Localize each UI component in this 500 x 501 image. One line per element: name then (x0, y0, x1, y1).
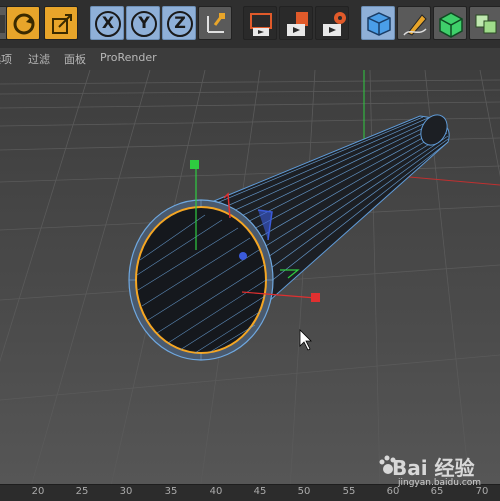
baidu-jingyan-watermark: Bai 经验 jingyan.baidu.com (378, 452, 498, 492)
timeline-tick: 55 (342, 486, 356, 497)
x-axis-handle[interactable] (311, 293, 320, 302)
timeline-tick: 50 (297, 486, 311, 497)
z-axis-label: Z (174, 13, 186, 32)
x-axis-lock-button[interactable]: X (90, 6, 124, 40)
array-generator-icon[interactable] (469, 6, 500, 40)
scale-tool-icon[interactable] (44, 6, 78, 40)
timeline-tick: 30 (119, 486, 133, 497)
z-axis-handle[interactable] (239, 252, 247, 260)
y-axis-handle[interactable] (190, 160, 199, 169)
edit-render-settings-icon[interactable] (315, 6, 349, 40)
render-view-icon[interactable] (243, 6, 277, 40)
cube-object-icon[interactable] (361, 6, 395, 40)
timeline-tick: 35 (164, 486, 178, 497)
watermark-brand: Bai 经验 (392, 456, 475, 480)
subdivision-surface-icon[interactable] (433, 6, 467, 40)
viewport-menubar: 选项 过滤 面板 ProRender (0, 48, 500, 71)
timeline-tick: 40 (209, 486, 223, 497)
3d-viewport[interactable] (0, 70, 500, 484)
y-axis-label: Y (138, 13, 150, 32)
main-toolbar: X Y Z (0, 0, 500, 48)
x-axis-label: X (101, 13, 115, 32)
render-to-picture-viewer-icon[interactable] (279, 6, 313, 40)
coordinate-system-icon[interactable] (198, 6, 232, 40)
menu-options[interactable]: 选项 (0, 51, 12, 67)
timeline-tick: 25 (75, 486, 89, 497)
pen-spline-icon[interactable] (397, 6, 431, 40)
timeline-tick: 20 (31, 486, 45, 497)
watermark-url: jingyan.baidu.com (398, 478, 482, 488)
menu-filter[interactable]: 过滤 (28, 51, 50, 67)
timeline-tick: 45 (253, 486, 267, 497)
refresh-live-select-icon[interactable] (6, 6, 40, 40)
y-axis-lock-button[interactable]: Y (126, 6, 160, 40)
z-axis-lock-button[interactable]: Z (162, 6, 196, 40)
menu-prorender[interactable]: ProRender (100, 51, 157, 64)
menu-panel[interactable]: 面板 (64, 51, 86, 67)
